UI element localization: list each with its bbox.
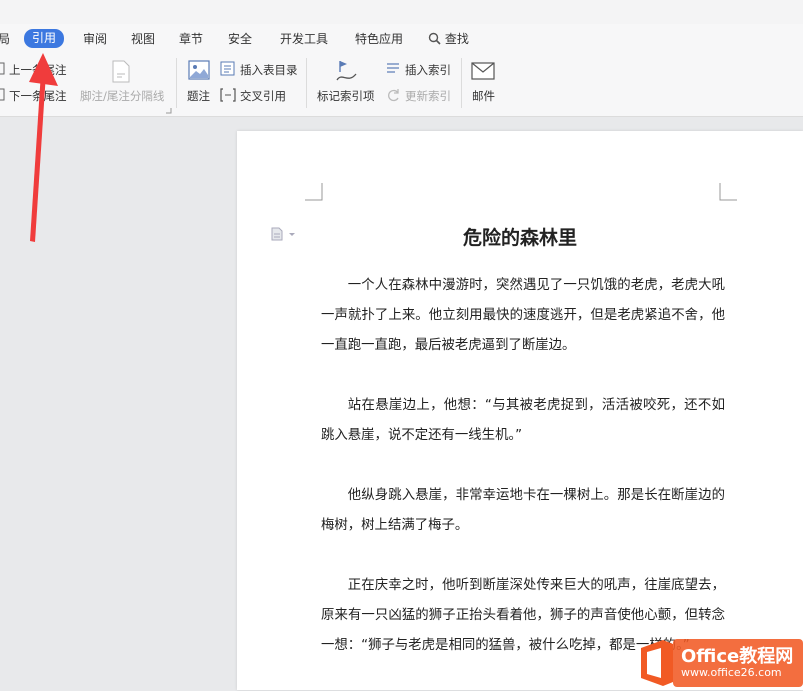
group-expand-icon[interactable] <box>166 108 172 114</box>
mail-label: 邮件 <box>472 89 495 103</box>
table-of-figures-icon <box>220 61 235 76</box>
tab-chapter[interactable]: 章节 <box>179 30 203 48</box>
mark-index-icon <box>336 61 357 81</box>
tab-special-apps[interactable]: 特色应用 <box>355 30 403 48</box>
ribbon-divider <box>306 58 307 108</box>
tab-view[interactable]: 视图 <box>131 30 155 48</box>
ribbon-tab-bar: 局 引用 审阅 视图 章节 安全 开发工具 特色应用 查找 <box>0 24 803 52</box>
update-index-icon <box>388 89 399 102</box>
caption-image-icon <box>188 60 210 80</box>
document-body: 一个人在森林中漫游时，突然遇见了一只饥饿的老虎，老虎大吼一声就扑了上来。他立刻用… <box>321 271 725 691</box>
separator-line-label: 脚注/尾注分隔线 <box>80 89 165 103</box>
document-title: 危险的森林里 <box>462 227 577 249</box>
caption-label: 题注 <box>187 89 210 103</box>
paragraph: 一个人在森林中漫游时，突然遇见了一只饥饿的老虎，老虎大吼一声就扑了上来。他立刻用… <box>321 278 725 353</box>
watermark: Office教程网 www.office26.com <box>637 636 803 690</box>
cross-reference-label: 交叉引用 <box>240 89 286 103</box>
tab-search-label: 查找 <box>444 32 469 46</box>
tab-developer-tools[interactable]: 开发工具 <box>280 30 328 48</box>
paragraph: 站在悬崖边上，他想：“与其被老虎捉到，活活被咬死，还不如跳入悬崖，说不定还有一线… <box>321 398 725 443</box>
ribbon-toolbar: 上一条尾注 下一条尾注 脚注/尾注分隔线 题注 <box>0 52 803 117</box>
margin-corner-mark <box>305 183 323 201</box>
annotation-arrow <box>29 53 58 242</box>
tab-search[interactable]: 查找 <box>428 30 469 48</box>
document-page[interactable]: 危险的森林里 一个人在森林中漫游时，突然遇见了一只饥饿的老虎，老虎大吼一声就扑了… <box>237 131 803 690</box>
insert-index-label: 插入索引 <box>405 63 451 77</box>
ribbon-divider <box>461 58 462 108</box>
tab-review[interactable]: 审阅 <box>83 30 107 48</box>
insert-index-icon <box>387 63 399 73</box>
tab-security[interactable]: 安全 <box>228 30 252 48</box>
watermark-title: Office教程网 <box>681 646 794 667</box>
cross-reference-icon <box>220 88 236 102</box>
paragraph: 他纵身跳入悬崖，非常幸运地卡在一棵树上。那是长在断崖边的梅树，树上结满了梅子。 <box>321 488 725 533</box>
title-bar-strip <box>0 0 803 24</box>
separator-line-icon <box>112 60 130 83</box>
ribbon-divider <box>176 58 177 108</box>
search-icon <box>428 32 441 45</box>
margin-corner-mark <box>719 183 737 201</box>
watermark-url: www.office26.com <box>681 666 782 679</box>
mark-index-entry-label: 标记索引项 <box>317 89 375 103</box>
insert-table-of-figures-label: 插入表目录 <box>240 63 298 77</box>
update-index-label: 更新索引 <box>405 89 451 103</box>
mail-icon <box>471 62 495 80</box>
